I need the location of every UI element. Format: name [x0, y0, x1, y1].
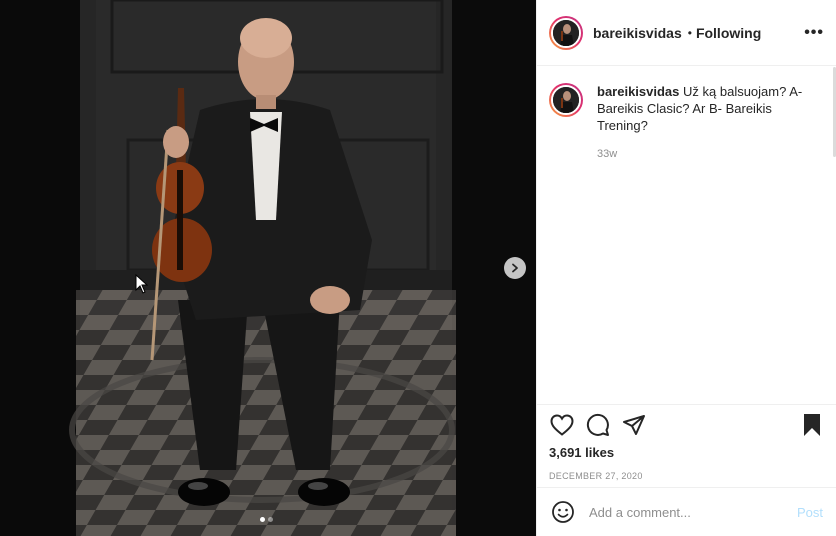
likes-count[interactable]: 3,691 likes: [549, 445, 825, 460]
following-button[interactable]: Following: [696, 25, 761, 41]
next-slide-button[interactable]: [504, 257, 526, 279]
post-actions: 3,691 likes DECEMBER 27, 2020: [537, 404, 836, 486]
share-icon[interactable]: [621, 412, 647, 438]
caption-avatar[interactable]: [549, 83, 583, 117]
chevron-right-icon: [512, 263, 518, 273]
comments-section[interactable]: bareikisvidas Už ką balsuojam? A- Bareik…: [537, 67, 836, 403]
caption-timestamp[interactable]: 33w: [597, 146, 817, 163]
post-comment-button[interactable]: Post: [797, 505, 823, 520]
post-date[interactable]: DECEMBER 27, 2020: [549, 471, 825, 481]
emoji-icon[interactable]: [551, 500, 575, 524]
add-comment-form: Post: [537, 487, 836, 536]
post-details-panel: bareikisvidas • Following ••• bareikisvi…: [536, 0, 836, 536]
header-separator: •: [687, 25, 692, 40]
bookmark-icon[interactable]: [799, 412, 825, 438]
avatar[interactable]: [549, 15, 583, 50]
carousel-indicator: [260, 517, 273, 522]
comment-icon[interactable]: [585, 412, 611, 438]
caption-username[interactable]: bareikisvidas: [597, 84, 679, 99]
header-username[interactable]: bareikisvidas: [593, 25, 682, 41]
post-media[interactable]: [0, 0, 536, 536]
mouse-cursor-icon: [135, 273, 149, 299]
carousel-dot-active: [260, 517, 265, 522]
post-header: bareikisvidas • Following •••: [537, 0, 836, 66]
more-options-icon[interactable]: •••: [804, 24, 824, 42]
caption: bareikisvidas Už ką balsuojam? A- Bareik…: [549, 83, 825, 163]
carousel-dot: [268, 517, 273, 522]
comment-input[interactable]: [589, 504, 779, 520]
post-photo: [0, 0, 536, 536]
heart-icon[interactable]: [549, 412, 575, 438]
